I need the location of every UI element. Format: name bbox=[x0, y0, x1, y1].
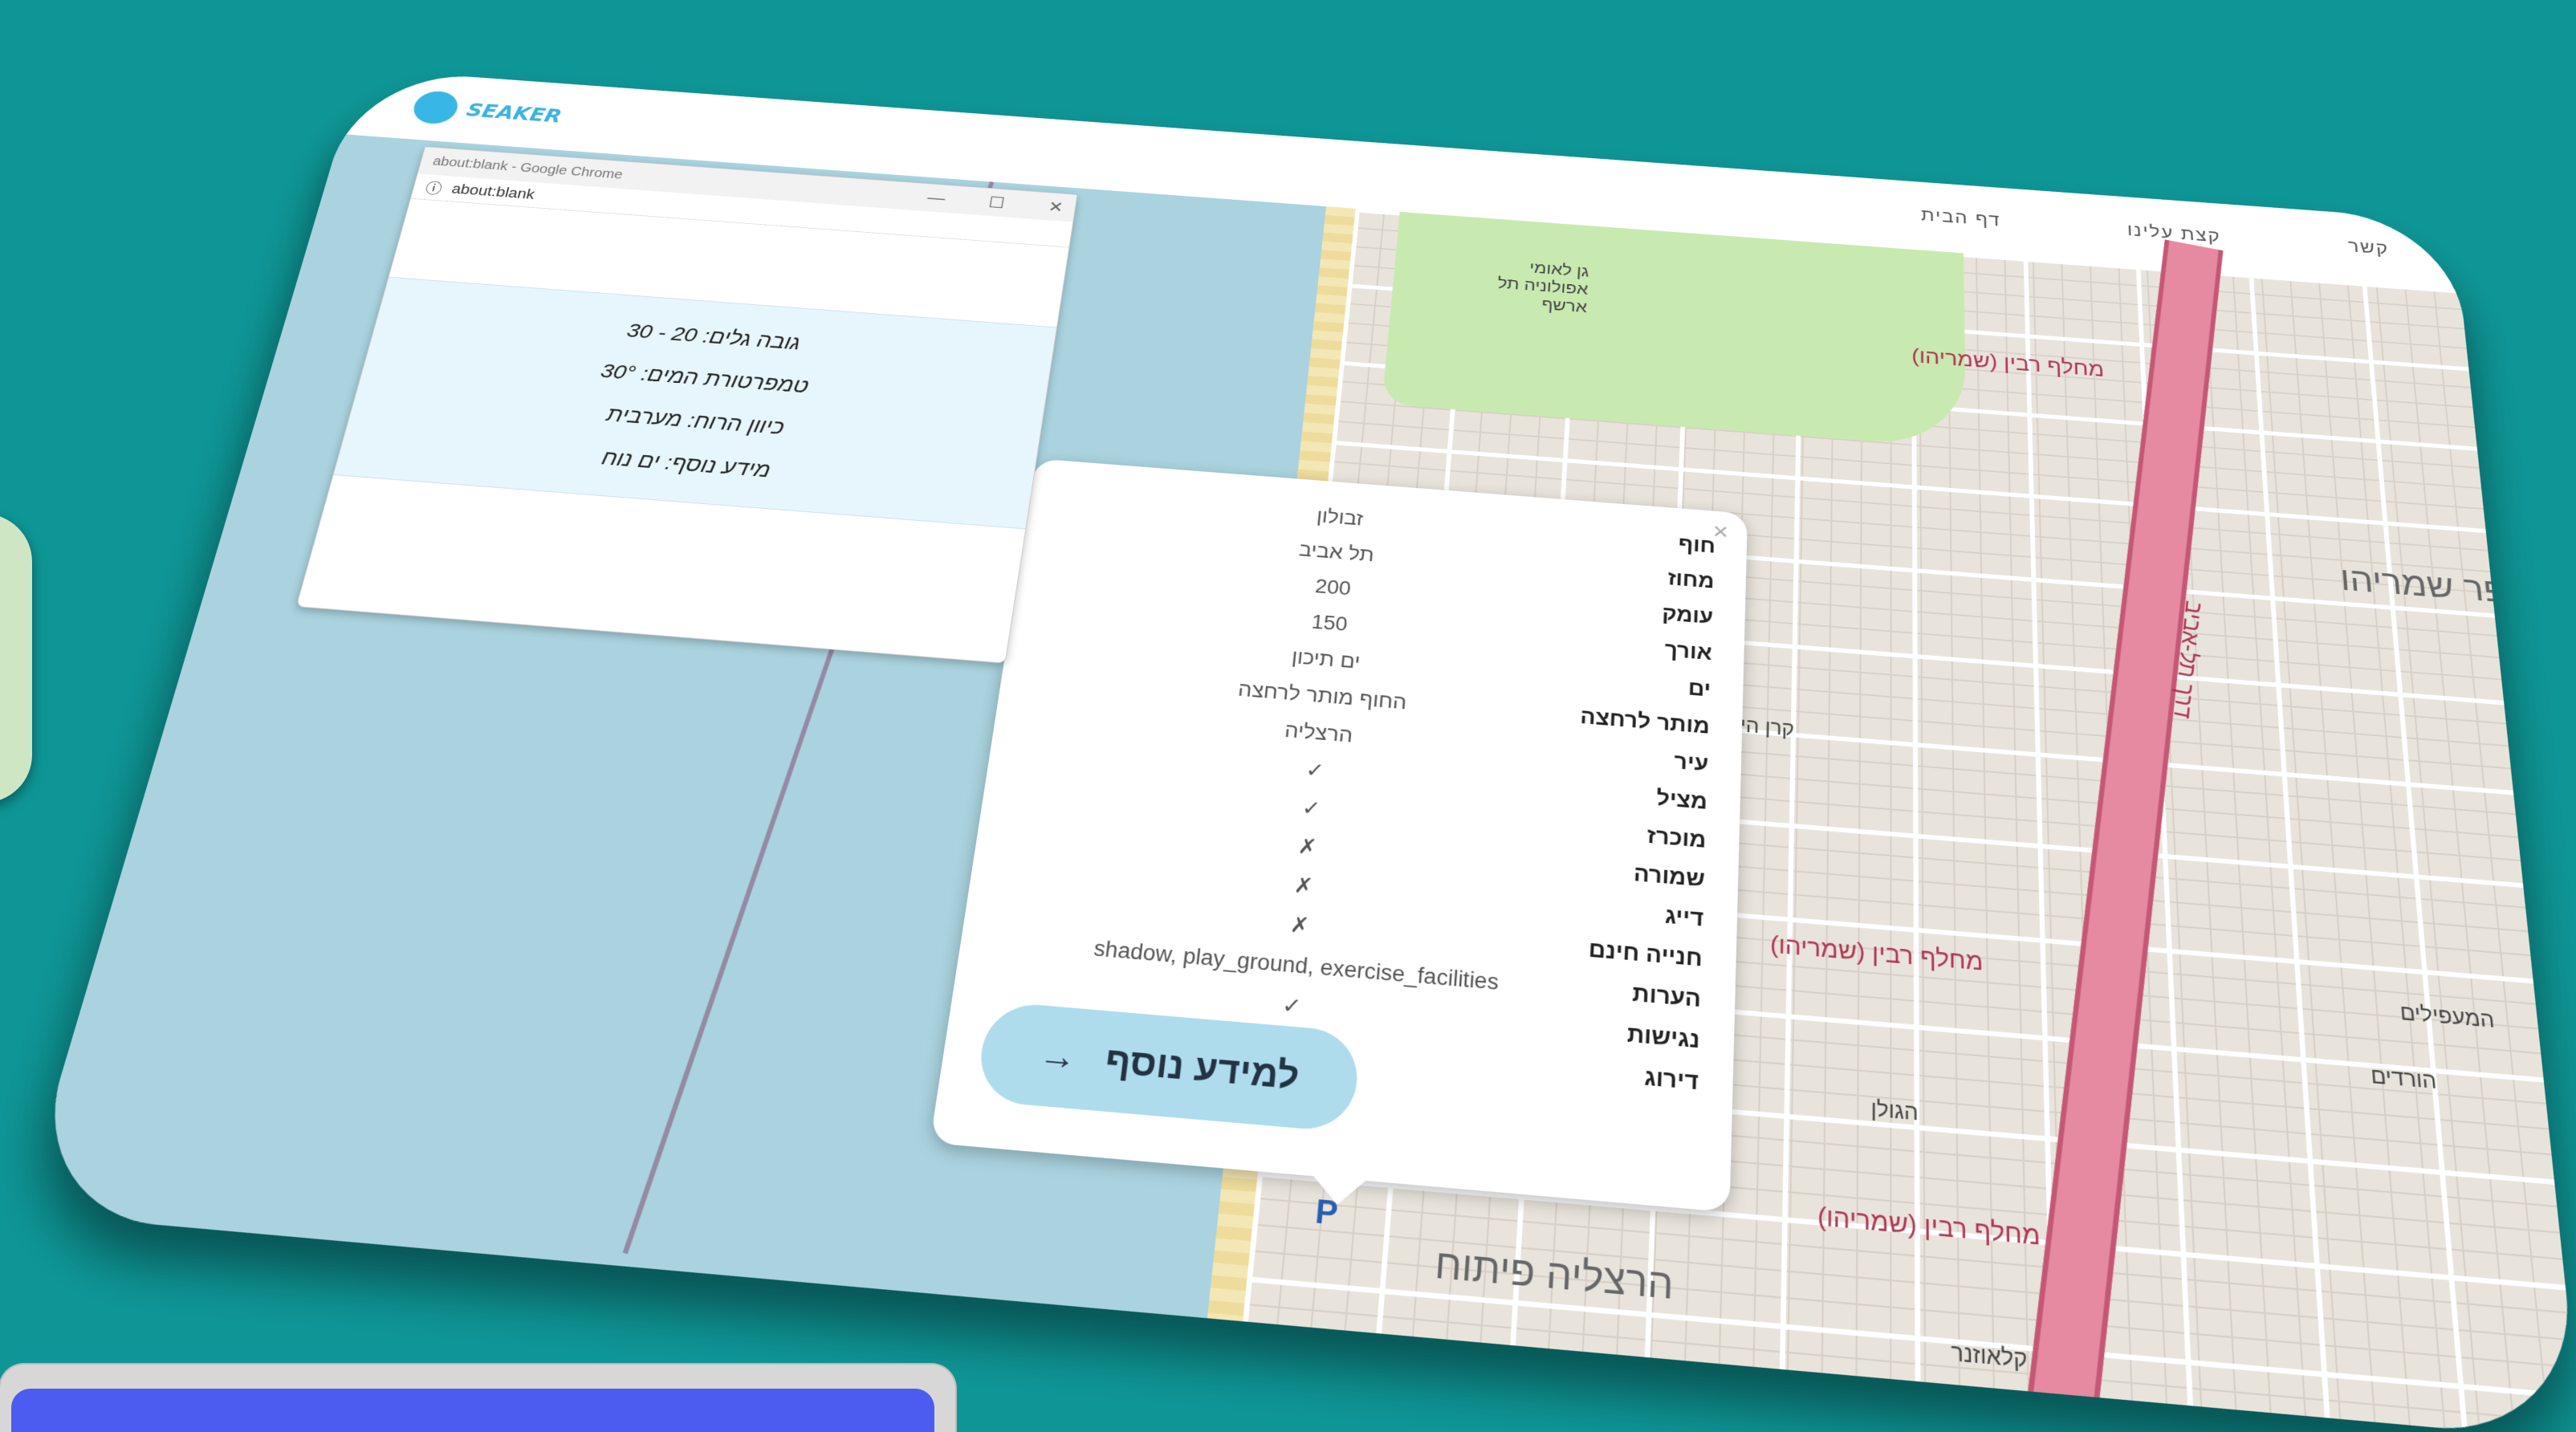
url-text: about:blank bbox=[450, 181, 536, 202]
close-icon[interactable]: ✕ bbox=[1047, 197, 1064, 217]
wave-info-panel: גובה גלים: 20 - 30 טמפרטורת המים: 30° כי… bbox=[333, 277, 1056, 530]
wave-height-text: גובה גלים: 20 - 30 bbox=[625, 319, 802, 355]
maximize-icon[interactable]: ☐ bbox=[987, 193, 1006, 213]
logo[interactable]: SEAKER bbox=[409, 90, 565, 132]
map-label-park: גן לאומי אפולוניה תל ארשף bbox=[1467, 254, 1590, 317]
bottom-panel bbox=[0, 1365, 955, 1432]
nav-home[interactable]: דף הבית bbox=[1921, 205, 2001, 230]
info-icon: ⓘ bbox=[423, 177, 445, 197]
map-label-street: הגולן bbox=[1871, 1096, 1919, 1126]
main-nav: קשר קצת עלינו דף הבית bbox=[1921, 205, 2390, 259]
screenshot-stage: SEAKER קשר קצת עלינו דף הבית גן לאומי אפ… bbox=[0, 0, 2576, 1432]
water-temp-text: טמפרטורת המים: 30° bbox=[598, 360, 810, 398]
bottom-action-button[interactable] bbox=[11, 1389, 934, 1432]
minimize-icon[interactable]: — bbox=[926, 189, 946, 208]
nav-contact[interactable]: קשר bbox=[2347, 237, 2390, 259]
more-info-label: למידע נוסף bbox=[1103, 1040, 1301, 1099]
wind-direction-text: כיוון הרוח: מערבית bbox=[604, 403, 786, 439]
tilted-web-page: SEAKER קשר קצת עלינו דף הבית גן לאומי אפ… bbox=[20, 69, 2576, 1432]
map-label-street: שפינוזה bbox=[1933, 1383, 2008, 1418]
detail-label: דירוג bbox=[1500, 1052, 1699, 1095]
popup-pointer bbox=[1308, 1173, 1369, 1207]
beach-info-popup: × חוף זבולון מחוז תל אביב עומק 200 אורך 150 … bbox=[930, 458, 1748, 1212]
chrome-popup-window: about:blank - Google Chrome — ☐ ✕ ⓘ abou… bbox=[296, 146, 1078, 663]
extra-info-text: מידע נוסף: ים נוח bbox=[600, 446, 773, 482]
arrow-right-icon: → bbox=[1036, 1035, 1080, 1080]
logo-text: SEAKER bbox=[464, 100, 564, 128]
decorative-map-fragment bbox=[0, 514, 32, 803]
logo-icon bbox=[409, 90, 461, 125]
